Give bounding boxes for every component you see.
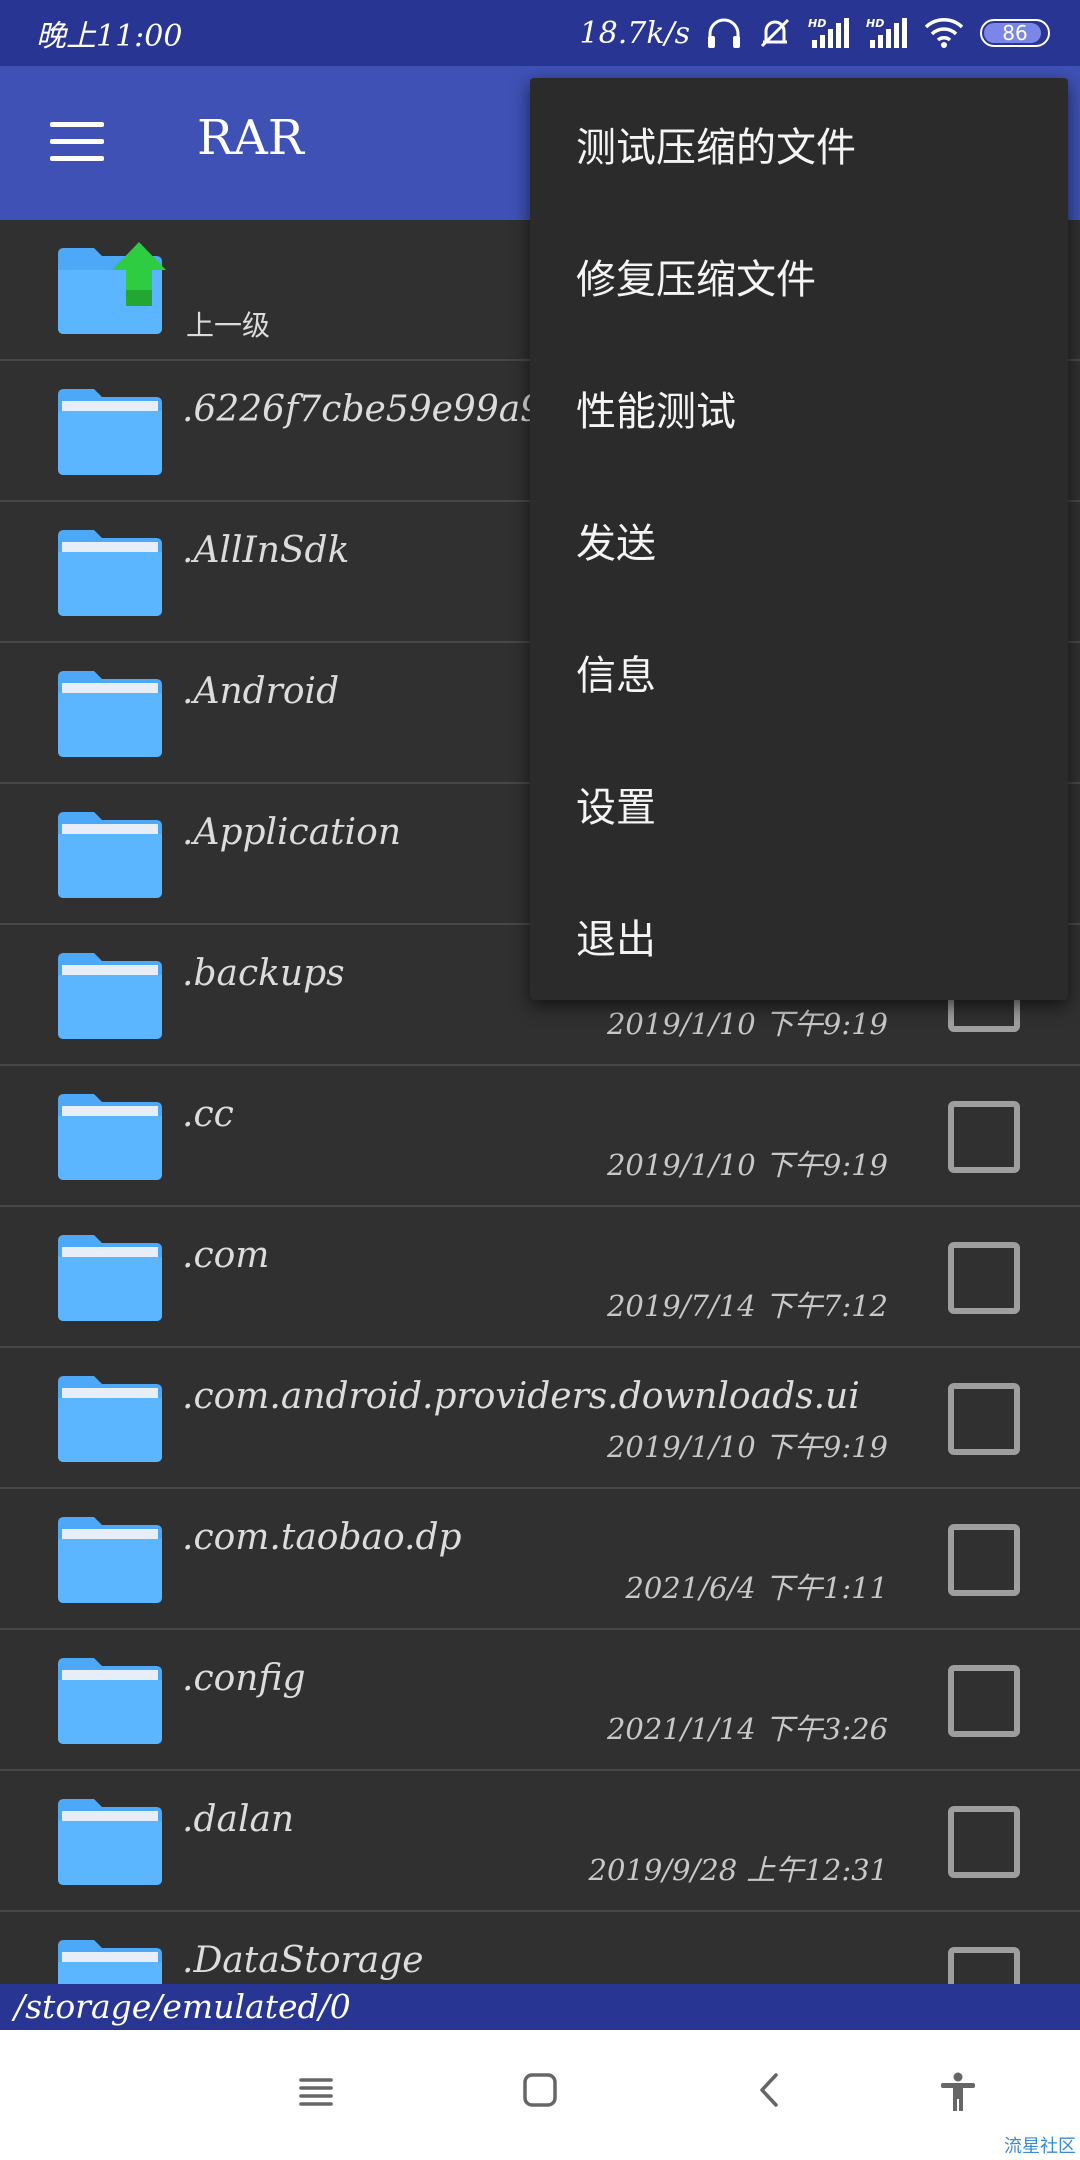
folder-name: .Application	[182, 812, 402, 853]
back-icon[interactable]	[752, 2072, 788, 2108]
select-checkbox[interactable]	[948, 1242, 1020, 1314]
up-arrow-icon	[112, 242, 166, 306]
select-checkbox[interactable]	[948, 1101, 1020, 1173]
menu-item-exit[interactable]: 退出	[530, 870, 1068, 1002]
folder-icon	[58, 953, 162, 1039]
navigation-bar: 流星社区	[0, 2030, 1080, 2160]
folder-row[interactable]: .dalan 2019/9/28 上午12:31	[0, 1771, 1080, 1912]
folder-date: 2019/7/14 下午7:12	[606, 1289, 888, 1323]
folder-row[interactable]: .DataStorage	[0, 1912, 1080, 1984]
accessibility-icon[interactable]	[938, 2072, 978, 2112]
wifi-icon	[924, 17, 964, 49]
select-checkbox[interactable]	[948, 1383, 1020, 1455]
parent-folder-label: 上一级	[186, 309, 271, 342]
folder-name: .com.android.providers.downloads.ui	[182, 1376, 860, 1417]
overflow-menu: 测试压缩的文件 修复压缩文件 性能测试 发送 信息 设置 退出	[530, 78, 1068, 1000]
folder-date: 2019/1/10 下午9:19	[606, 1430, 888, 1464]
select-checkbox[interactable]	[948, 1806, 1020, 1878]
folder-name: .6226f7cbe59e99a9	[182, 389, 544, 430]
folder-date: 2019/9/28 上午12:31	[588, 1853, 889, 1887]
menu-item-repair-archive[interactable]: 修复压缩文件	[530, 210, 1068, 342]
menu-item-send[interactable]: 发送	[530, 474, 1068, 606]
menu-item-info[interactable]: 信息	[530, 606, 1068, 738]
folder-date: 2019/1/10 下午9:19	[606, 1148, 888, 1182]
menu-item-test-archive[interactable]: 测试压缩的文件	[530, 78, 1068, 210]
folder-row[interactable]: .com.taobao.dp 2021/6/4 下午1:11	[0, 1489, 1080, 1630]
folder-icon	[58, 671, 162, 757]
app-title: RAR	[197, 110, 304, 166]
home-icon[interactable]	[522, 2072, 558, 2108]
select-checkbox[interactable]	[948, 1665, 1020, 1737]
menu-item-benchmark[interactable]: 性能测试	[530, 342, 1068, 474]
status-icons: 18.7k/s HD HD 86	[580, 16, 1050, 51]
folder-date: 2021/1/14 下午3:26	[606, 1712, 888, 1746]
status-bar: 晚上11:00 18.7k/s HD HD 86	[0, 0, 1080, 66]
hamburger-menu-icon[interactable]	[50, 122, 104, 164]
folder-date: 2021/6/4 下午1:11	[625, 1571, 888, 1605]
folder-name: .AllInSdk	[182, 530, 350, 571]
folder-date: 2019/1/10 下午9:19	[606, 1007, 888, 1041]
folder-row[interactable]: .cc 2019/1/10 下午9:19	[0, 1066, 1080, 1207]
folder-icon	[58, 530, 162, 616]
watermark: 流星社区	[1004, 2136, 1076, 2157]
folder-icon	[58, 1799, 162, 1885]
folder-name: .com	[182, 1235, 270, 1276]
folder-icon	[58, 1658, 162, 1744]
folder-row[interactable]: .com.android.providers.downloads.ui 2019/…	[0, 1348, 1080, 1489]
current-path: /storage/emulated/0	[0, 1984, 1080, 2030]
hd-signal-icon: HD	[866, 16, 908, 50]
battery-level: 86	[1002, 21, 1028, 45]
network-speed: 18.7k/s	[579, 15, 690, 51]
folder-row[interactable]: .com 2019/7/14 下午7:12	[0, 1207, 1080, 1348]
folder-icon	[58, 812, 162, 898]
folder-name: .dalan	[182, 1799, 295, 1840]
folder-icon	[58, 389, 162, 475]
menu-item-settings[interactable]: 设置	[530, 738, 1068, 870]
status-time: 晚上11:00	[36, 19, 183, 54]
folder-name: .com.taobao.dp	[182, 1517, 462, 1558]
folder-icon	[58, 1376, 162, 1462]
hd-signal-icon: HD	[808, 16, 850, 50]
battery-icon: 86	[980, 19, 1050, 47]
folder-icon	[58, 1940, 162, 1984]
folder-name: .config	[182, 1658, 306, 1699]
folder-icon	[58, 1517, 162, 1603]
folder-icon	[58, 1235, 162, 1321]
select-checkbox[interactable]	[948, 1524, 1020, 1596]
svg-text:HD: HD	[866, 17, 884, 30]
folder-name: .backups	[182, 953, 345, 994]
folder-name: .Android	[182, 671, 340, 712]
folder-row[interactable]: .config 2021/1/14 下午3:26	[0, 1630, 1080, 1771]
select-checkbox[interactable]	[948, 1947, 1020, 1984]
folder-icon	[58, 1094, 162, 1180]
headphones-icon	[706, 16, 742, 50]
recents-icon[interactable]	[298, 2072, 334, 2108]
svg-text:HD: HD	[808, 17, 826, 30]
folder-name: .cc	[182, 1094, 234, 1135]
mute-bell-icon	[758, 16, 792, 50]
folder-name: .DataStorage	[182, 1940, 424, 1981]
